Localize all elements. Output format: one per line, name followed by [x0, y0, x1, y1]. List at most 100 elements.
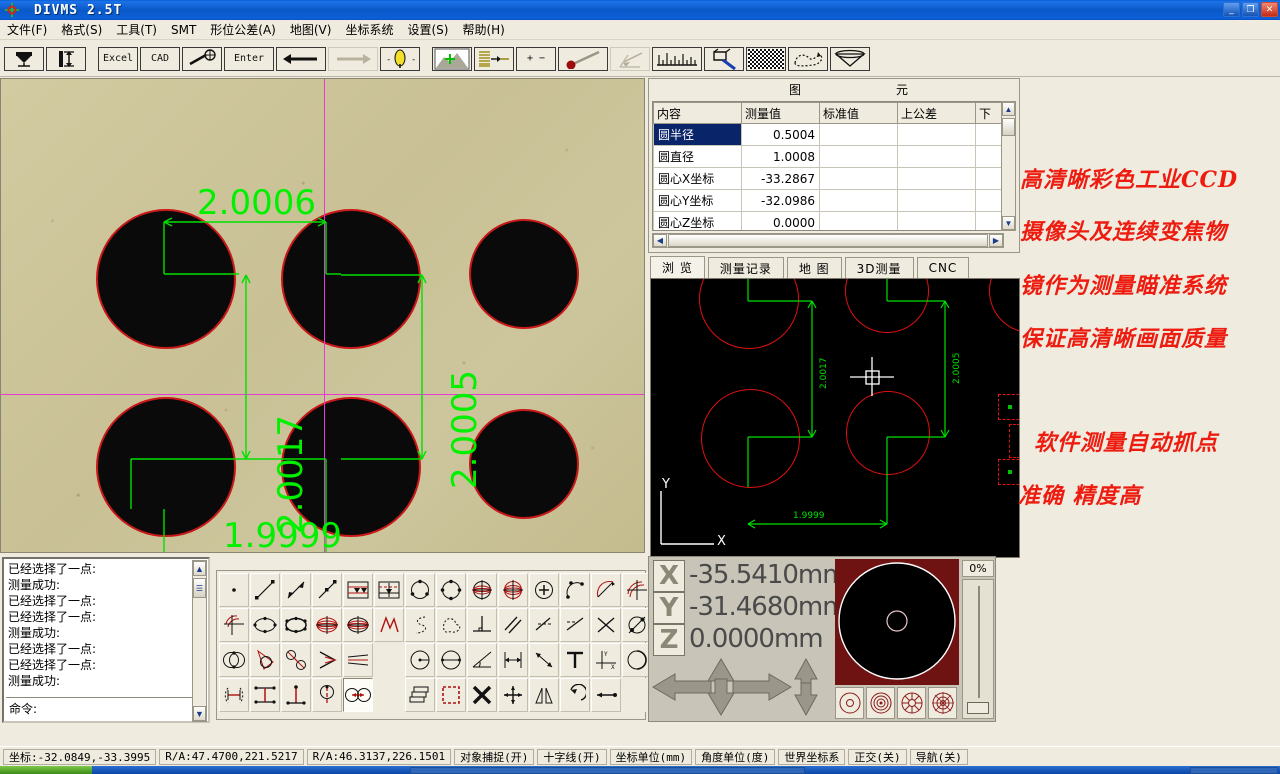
scroll-thumb[interactable]: ☰	[193, 578, 206, 598]
circle-diameter-icon[interactable]	[436, 643, 466, 677]
circle-plus-icon[interactable]	[529, 573, 559, 607]
tab-3d-measure[interactable]: 3D测量	[845, 257, 914, 278]
export-cad-button[interactable]: CAD	[140, 47, 180, 71]
height-measure-icon[interactable]	[281, 678, 311, 712]
two-circle-overlap-icon[interactable]	[219, 643, 249, 677]
point-icon[interactable]	[219, 573, 249, 607]
zoom-slider[interactable]	[962, 579, 994, 719]
lens-icon-button[interactable]	[830, 47, 870, 71]
ellipse-cross-icon[interactable]	[343, 608, 373, 642]
parallel-dashed-measure-icon[interactable]	[374, 573, 404, 607]
triangle-circle-icon[interactable]	[250, 643, 280, 677]
line-intersect-dashed-icon[interactable]	[529, 608, 559, 642]
maximize-button[interactable]: ❐	[1242, 2, 1259, 17]
menu-tools[interactable]: 工具(T)	[109, 19, 164, 40]
circle-3point-icon[interactable]	[405, 573, 435, 607]
circle-4point-icon[interactable]	[436, 573, 466, 607]
cross-intersect-icon[interactable]	[591, 608, 621, 642]
checkerboard-icon-button[interactable]	[746, 47, 786, 71]
spline-dashed-icon[interactable]	[405, 608, 435, 642]
freeform-dashed-icon[interactable]	[436, 608, 466, 642]
table-row[interactable]: 圆心Z坐标 0.0000	[654, 212, 1003, 232]
perpendicular-icon[interactable]	[467, 608, 497, 642]
minimize-button[interactable]: _	[1223, 2, 1240, 17]
col-measured[interactable]: 测量值	[742, 103, 820, 124]
menu-help[interactable]: 帮助(H)	[455, 19, 511, 40]
crosshair-move-icon[interactable]	[498, 678, 528, 712]
ellipse-cross-red-icon[interactable]	[312, 608, 342, 642]
hscroll-thumb[interactable]	[668, 234, 988, 247]
scroll-down-icon[interactable]: ▼	[193, 706, 206, 721]
scroll-right-icon[interactable]: ▶	[989, 234, 1003, 247]
table-vertical-scrollbar[interactable]: ▲ ▼	[1001, 101, 1016, 231]
parallel-icon[interactable]	[498, 608, 528, 642]
angle-measure-icon[interactable]	[467, 643, 497, 677]
menu-format[interactable]: 格式(S)	[54, 19, 109, 40]
crosshair-icon[interactable]	[2, 1, 22, 19]
zoom-in-out-button[interactable]: + −	[516, 47, 556, 71]
line-icon[interactable]	[250, 573, 280, 607]
parallel-lines-measure-icon[interactable]	[343, 573, 373, 607]
tab-map[interactable]: 地 图	[787, 257, 842, 278]
image-capture-button[interactable]	[432, 47, 472, 71]
red-dot-probe-button[interactable]	[558, 47, 608, 71]
forward-arrow-button[interactable]	[328, 47, 378, 71]
lamp-icon-button[interactable]: - -	[380, 47, 420, 71]
tab-measure-records[interactable]: 测量记录	[708, 257, 784, 278]
status-angle-unit[interactable]: 角度单位(度)	[695, 749, 775, 765]
horizontal-arrow-icon[interactable]	[591, 678, 621, 712]
undo-arrow-icon[interactable]	[560, 678, 590, 712]
enter-button[interactable]: Enter	[224, 47, 274, 71]
line-arrow-icon[interactable]	[312, 573, 342, 607]
col-lower-tol[interactable]: 下	[976, 103, 1003, 124]
width-measure-icon[interactable]	[219, 678, 249, 712]
ruler-button[interactable]	[652, 47, 702, 71]
command-input[interactable]: 命令:	[6, 697, 196, 719]
circle-radius-icon[interactable]	[405, 643, 435, 677]
status-ra-1[interactable]: R/A:47.4700,221.5217	[159, 749, 303, 765]
scroll-up-icon[interactable]: ▲	[1002, 102, 1015, 116]
table-row[interactable]: 圆心Y坐标 -32.0986	[654, 190, 1003, 212]
log-scrollbar[interactable]: ▲ ☰ ▼	[192, 560, 207, 722]
table-horizontal-scrollbar[interactable]: ◀ ▶	[652, 233, 1004, 248]
magnifier-icon-button[interactable]	[704, 47, 744, 71]
diagonal-measure-icon[interactable]	[529, 643, 559, 677]
status-ortho[interactable]: 正交(关)	[848, 749, 906, 765]
status-coord-unit[interactable]: 坐标单位(mm)	[610, 749, 693, 765]
menu-coordinate-system[interactable]: 坐标系统	[338, 19, 400, 40]
table-row[interactable]: 圆半径 0.5004	[654, 124, 1003, 146]
zigzag-icon[interactable]	[374, 608, 404, 642]
arc-sweep-icon[interactable]	[591, 573, 621, 607]
status-coordinates[interactable]: 坐标:-32.0849,-33.3995	[3, 749, 156, 765]
target-rings-icon[interactable]	[866, 687, 895, 719]
status-object-snap[interactable]: 对象捕捉(开)	[454, 749, 534, 765]
taper-lines-icon[interactable]	[343, 643, 373, 677]
table-row[interactable]: 圆直径 1.0008	[654, 146, 1003, 168]
dashed-line-icon[interactable]	[560, 608, 590, 642]
arc-points-icon[interactable]	[560, 573, 590, 607]
x-cross-icon[interactable]	[467, 678, 497, 712]
circle-concentric-icon[interactable]	[467, 573, 497, 607]
status-crosshair[interactable]: 十字线(开)	[537, 749, 606, 765]
arc-crosshair-icon[interactable]	[219, 608, 249, 642]
height-gauge-button[interactable]	[46, 47, 86, 71]
ellipse-multipoint-icon[interactable]	[281, 608, 311, 642]
scroll-left-icon[interactable]: ◀	[653, 234, 667, 247]
status-nav[interactable]: 导航(关)	[910, 749, 968, 765]
menu-gdt[interactable]: 形位公差(A)	[203, 19, 283, 40]
log-message-list[interactable]: 已经选择了一点: 测量成功: 已经选择了一点: 已经选择了一点: 测量成功: 已…	[6, 561, 196, 697]
distance-measure-icon[interactable]	[498, 643, 528, 677]
menu-settings[interactable]: 设置(S)	[400, 19, 455, 40]
col-upper-tol[interactable]: 上公差	[898, 103, 976, 124]
freeform-trace-button[interactable]	[788, 47, 828, 71]
span-measure-icon[interactable]	[250, 678, 280, 712]
close-button[interactable]: ✕	[1261, 2, 1278, 17]
taskbar[interactable]	[0, 766, 1280, 774]
tab-cnc[interactable]: CNC	[917, 257, 970, 278]
menu-map[interactable]: 地图(V)	[283, 19, 339, 40]
layers-icon[interactable]	[405, 678, 435, 712]
cad-view[interactable]: 2.0017 2.0005 1.9999 Y X	[650, 278, 1020, 558]
scroll-thumb[interactable]	[1002, 118, 1015, 136]
camera-image-view[interactable]: 2.0006 2.0017 2.0005 1.9999 Z T	[0, 78, 645, 553]
illumination-level-button[interactable]	[474, 47, 514, 71]
